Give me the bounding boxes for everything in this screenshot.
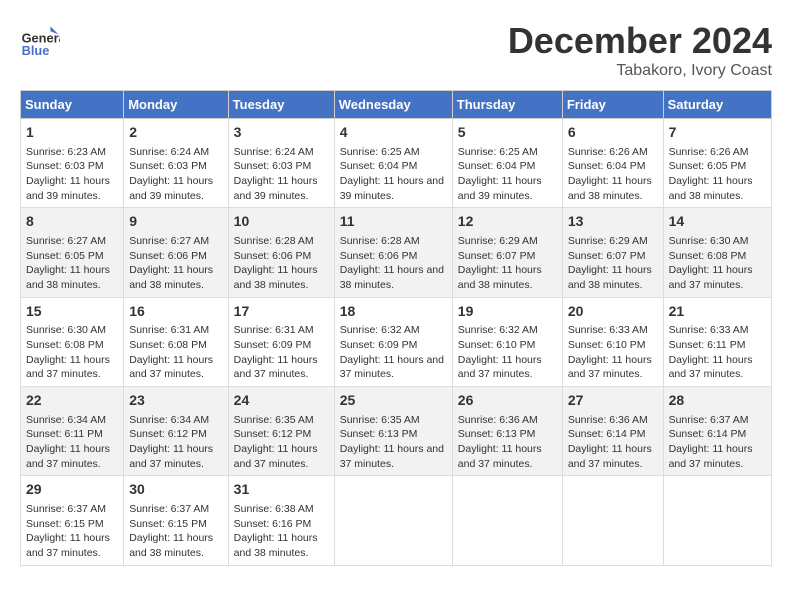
calendar-table: Sunday Monday Tuesday Wednesday Thursday… [20,90,772,566]
table-cell: 8Sunrise: 6:27 AMSunset: 6:05 PMDaylight… [21,208,124,297]
logo: General Blue [20,20,60,60]
table-cell [663,476,771,565]
day-number: 29 [26,480,118,500]
day-number: 15 [26,302,118,322]
table-cell: 4Sunrise: 6:25 AMSunset: 6:04 PMDaylight… [334,119,452,208]
day-number: 22 [26,391,118,411]
table-cell: 17Sunrise: 6:31 AMSunset: 6:09 PMDayligh… [228,297,334,386]
table-cell: 21Sunrise: 6:33 AMSunset: 6:11 PMDayligh… [663,297,771,386]
location-title: Tabakoro, Ivory Coast [508,62,772,80]
day-number: 20 [568,302,658,322]
calendar-row: 15Sunrise: 6:30 AMSunset: 6:08 PMDayligh… [21,297,772,386]
header-wednesday: Wednesday [334,91,452,119]
day-number: 1 [26,123,118,143]
day-number: 12 [458,212,557,232]
table-cell: 13Sunrise: 6:29 AMSunset: 6:07 PMDayligh… [562,208,663,297]
day-number: 11 [340,212,447,232]
day-number: 10 [234,212,329,232]
table-cell: 18Sunrise: 6:32 AMSunset: 6:09 PMDayligh… [334,297,452,386]
table-cell: 23Sunrise: 6:34 AMSunset: 6:12 PMDayligh… [124,387,228,476]
table-cell [452,476,562,565]
header-thursday: Thursday [452,91,562,119]
table-cell: 9Sunrise: 6:27 AMSunset: 6:06 PMDaylight… [124,208,228,297]
table-cell: 3Sunrise: 6:24 AMSunset: 6:03 PMDaylight… [228,119,334,208]
day-number: 21 [669,302,766,322]
table-cell: 10Sunrise: 6:28 AMSunset: 6:06 PMDayligh… [228,208,334,297]
table-cell: 5Sunrise: 6:25 AMSunset: 6:04 PMDaylight… [452,119,562,208]
day-number: 9 [129,212,222,232]
header-saturday: Saturday [663,91,771,119]
table-cell: 26Sunrise: 6:36 AMSunset: 6:13 PMDayligh… [452,387,562,476]
day-number: 14 [669,212,766,232]
table-cell: 16Sunrise: 6:31 AMSunset: 6:08 PMDayligh… [124,297,228,386]
header-tuesday: Tuesday [228,91,334,119]
day-number: 27 [568,391,658,411]
table-cell: 7Sunrise: 6:26 AMSunset: 6:05 PMDaylight… [663,119,771,208]
svg-text:Blue: Blue [22,43,50,58]
table-cell: 27Sunrise: 6:36 AMSunset: 6:14 PMDayligh… [562,387,663,476]
table-cell: 30Sunrise: 6:37 AMSunset: 6:15 PMDayligh… [124,476,228,565]
calendar-row: 22Sunrise: 6:34 AMSunset: 6:11 PMDayligh… [21,387,772,476]
table-cell: 15Sunrise: 6:30 AMSunset: 6:08 PMDayligh… [21,297,124,386]
day-number: 6 [568,123,658,143]
table-cell: 24Sunrise: 6:35 AMSunset: 6:12 PMDayligh… [228,387,334,476]
day-number: 2 [129,123,222,143]
day-number: 18 [340,302,447,322]
title-area: December 2024 Tabakoro, Ivory Coast [508,20,772,80]
day-number: 19 [458,302,557,322]
header-row: Sunday Monday Tuesday Wednesday Thursday… [21,91,772,119]
table-cell: 14Sunrise: 6:30 AMSunset: 6:08 PMDayligh… [663,208,771,297]
calendar-row: 29Sunrise: 6:37 AMSunset: 6:15 PMDayligh… [21,476,772,565]
table-cell: 11Sunrise: 6:28 AMSunset: 6:06 PMDayligh… [334,208,452,297]
table-cell: 12Sunrise: 6:29 AMSunset: 6:07 PMDayligh… [452,208,562,297]
table-cell: 31Sunrise: 6:38 AMSunset: 6:16 PMDayligh… [228,476,334,565]
table-cell: 28Sunrise: 6:37 AMSunset: 6:14 PMDayligh… [663,387,771,476]
table-cell: 19Sunrise: 6:32 AMSunset: 6:10 PMDayligh… [452,297,562,386]
header-friday: Friday [562,91,663,119]
day-number: 28 [669,391,766,411]
day-number: 8 [26,212,118,232]
calendar-row: 8Sunrise: 6:27 AMSunset: 6:05 PMDaylight… [21,208,772,297]
day-number: 17 [234,302,329,322]
day-number: 16 [129,302,222,322]
day-number: 26 [458,391,557,411]
day-number: 7 [669,123,766,143]
day-number: 30 [129,480,222,500]
header: General Blue December 2024 Tabakoro, Ivo… [20,20,772,80]
day-number: 24 [234,391,329,411]
day-number: 3 [234,123,329,143]
table-cell: 29Sunrise: 6:37 AMSunset: 6:15 PMDayligh… [21,476,124,565]
table-cell [334,476,452,565]
table-cell: 22Sunrise: 6:34 AMSunset: 6:11 PMDayligh… [21,387,124,476]
month-title: December 2024 [508,20,772,62]
day-number: 31 [234,480,329,500]
header-sunday: Sunday [21,91,124,119]
calendar-row: 1Sunrise: 6:23 AMSunset: 6:03 PMDaylight… [21,119,772,208]
table-cell: 1Sunrise: 6:23 AMSunset: 6:03 PMDaylight… [21,119,124,208]
calendar-body: 1Sunrise: 6:23 AMSunset: 6:03 PMDaylight… [21,119,772,566]
header-monday: Monday [124,91,228,119]
logo-icon: General Blue [20,20,60,60]
day-number: 25 [340,391,447,411]
day-number: 13 [568,212,658,232]
table-cell: 2Sunrise: 6:24 AMSunset: 6:03 PMDaylight… [124,119,228,208]
table-cell: 6Sunrise: 6:26 AMSunset: 6:04 PMDaylight… [562,119,663,208]
day-number: 4 [340,123,447,143]
day-number: 23 [129,391,222,411]
day-number: 5 [458,123,557,143]
table-cell [562,476,663,565]
table-cell: 25Sunrise: 6:35 AMSunset: 6:13 PMDayligh… [334,387,452,476]
table-cell: 20Sunrise: 6:33 AMSunset: 6:10 PMDayligh… [562,297,663,386]
